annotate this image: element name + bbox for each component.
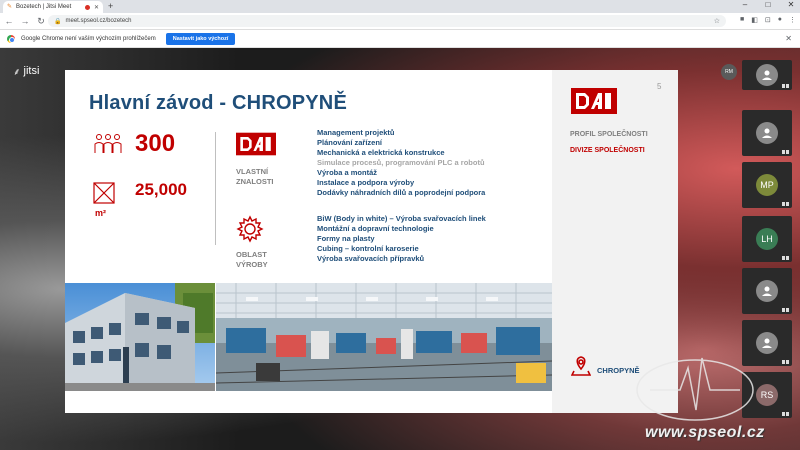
bookmark-star-icon[interactable]: ☆ — [714, 17, 720, 25]
extension-icon[interactable]: ◧ — [751, 16, 758, 24]
own-knowledge-label: VLASTNÍ ZNALOSTI — [236, 167, 274, 187]
participant-tile[interactable]: LH — [742, 216, 792, 262]
default-browser-infobar: Google Chrome není vaším výchozím prohlí… — [0, 30, 800, 48]
list-item: Management projektů — [317, 128, 395, 137]
profile-icon[interactable]: ● — [778, 16, 782, 24]
list-item: Výroba svařovacích přípravků — [317, 254, 425, 263]
location-pin-icon — [571, 356, 591, 376]
area-icon — [93, 182, 115, 204]
watermark-text: www.spseol.cz — [645, 424, 765, 441]
new-tab-button[interactable]: + — [108, 1, 113, 11]
user-icon — [756, 64, 778, 86]
production-area-label-line1: OBLAST — [236, 250, 267, 259]
shared-slide: Hlavní závod - CHROPYNĚ 5 PROFIL SPOLEČN… — [65, 70, 678, 413]
tab-close-icon[interactable]: ✕ — [94, 4, 99, 11]
knowledge-list: Management projektů Plánování zařízení M… — [317, 128, 485, 198]
recording-indicator-icon — [84, 4, 90, 10]
infobar-message: Google Chrome není vaším výchozím prohlí… — [21, 35, 156, 42]
school-watermark-logo — [636, 357, 754, 421]
division-label: DIVIZE SPOLEČNOSTI — [570, 147, 645, 154]
participant-avatar: LH — [756, 228, 778, 250]
back-arrow-icon[interactable]: ← — [2, 16, 16, 26]
jitsi-favicon-icon: ✎ — [7, 4, 13, 10]
slide-title: Hlavní závod - CHROPYNĚ — [89, 92, 347, 114]
toolbar-icons: ■ ◧ ⊡ ● ⋮ — [740, 16, 796, 24]
jitsi-logo[interactable]: ⸙ jitsi — [13, 64, 39, 78]
list-item: Simulace procesů, programování PLC a rob… — [317, 158, 485, 167]
maximize-button[interactable]: □ — [763, 0, 773, 9]
user-icon — [756, 280, 778, 302]
list-item: Cubing – kontrolní karoserie — [317, 244, 419, 253]
area-value: 25,000 — [135, 180, 187, 199]
slide-page-number: 5 — [657, 82, 662, 91]
participant-tile[interactable]: MP — [742, 162, 792, 208]
list-item: Formy na plasty — [317, 234, 375, 243]
production-area-label-line2: VÝROBY — [236, 260, 268, 269]
tab-title: Bozetech | Jitsi Meet — [16, 4, 72, 10]
participant-tile[interactable] — [742, 110, 792, 156]
building-photo — [65, 283, 215, 391]
own-knowledge-label-line2: ZNALOSTI — [236, 177, 274, 186]
list-item: Instalace a podpora výroby — [317, 178, 415, 187]
participant-tile[interactable] — [742, 268, 792, 314]
url-text: meet.spseol.cz/bozetech — [65, 18, 132, 24]
company-logo-icon — [571, 88, 617, 114]
close-window-button[interactable]: ✕ — [786, 0, 796, 9]
chrome-logo-icon — [7, 34, 15, 43]
browser-tab[interactable]: ✎ Bozetech | Jitsi Meet ✕ — [3, 1, 103, 13]
participant-tile[interactable] — [742, 60, 792, 90]
meeting-area: ⸙ jitsi RM Hlavní závod - CHROPYNĚ 5 PRO… — [0, 48, 800, 450]
self-avatar[interactable]: RM — [721, 64, 737, 80]
user-icon — [756, 122, 778, 144]
forward-arrow-icon[interactable]: → — [18, 16, 32, 26]
menu-dots-icon[interactable]: ⋮ — [789, 16, 796, 24]
people-icon — [94, 134, 122, 153]
browser-tab-bar: ✎ Bozetech | Jitsi Meet ✕ + – □ ✕ — [0, 0, 800, 13]
infobar-close-icon[interactable]: ✕ — [785, 34, 792, 43]
lock-icon[interactable]: 🔒 — [54, 18, 61, 25]
employees-count: 300 — [135, 130, 176, 157]
list-item: Výroba a montáž — [317, 168, 378, 177]
factory-hall-photo — [216, 283, 552, 391]
gear-icon — [236, 215, 264, 243]
divider-line — [215, 132, 216, 245]
jitsi-name: jitsi — [23, 65, 40, 77]
address-bar-row: ← → ↻ 🔒 meet.spseol.cz/bozetech ☆ ■ ◧ ⊡ … — [0, 13, 800, 30]
url-input[interactable]: 🔒 meet.spseol.cz/bozetech ☆ — [48, 15, 726, 27]
own-knowledge-label-line1: VLASTNÍ — [236, 167, 269, 176]
area-unit: m² — [95, 208, 106, 218]
profile-label: PROFIL SPOLEČNOSTI — [570, 131, 648, 138]
participant-avatar: MP — [756, 174, 778, 196]
company-logo-small-icon — [236, 132, 276, 156]
list-item: Mechanická a elektrická konstrukce — [317, 148, 445, 157]
list-item: Dodávky náhradních dílů a poprodejní pod… — [317, 188, 486, 197]
list-item: Plánování zařízení — [317, 138, 383, 147]
set-default-button[interactable]: Nastavit jako výchozí — [165, 32, 236, 45]
reload-icon[interactable]: ↻ — [34, 16, 48, 27]
window-controls: – □ ✕ — [740, 0, 796, 9]
production-area-label: OBLAST VÝROBY — [236, 250, 268, 270]
list-item: BiW (Body in white) – Výroba svařovacích… — [317, 214, 486, 223]
camera-icon[interactable]: ■ — [740, 16, 744, 24]
minimize-button[interactable]: – — [740, 0, 750, 9]
production-list: BiW (Body in white) – Výroba svařovacích… — [317, 214, 486, 264]
jitsi-mark-icon: ⸙ — [13, 67, 21, 78]
list-item: Montážní a dopravní technologie — [317, 224, 434, 233]
cast-icon[interactable]: ⊡ — [765, 16, 771, 24]
